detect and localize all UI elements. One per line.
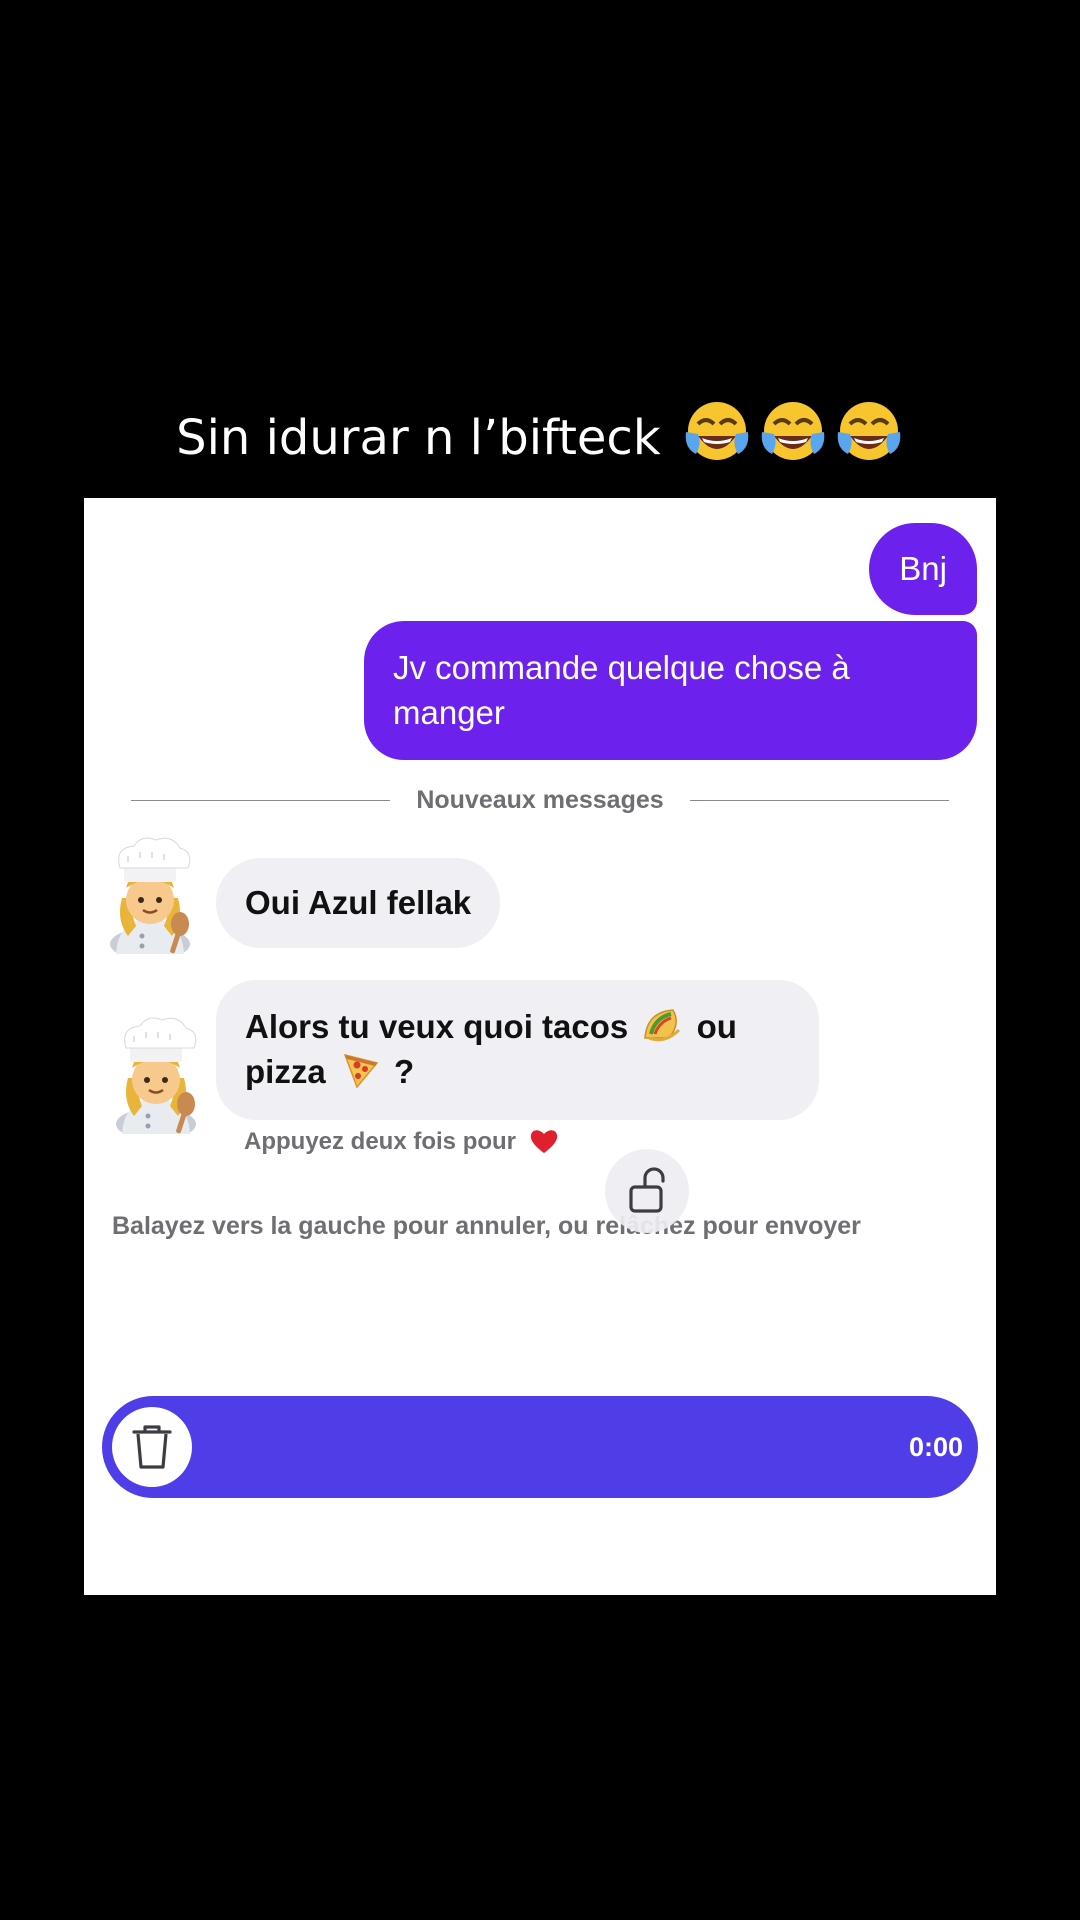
recording-timer: 0:00 — [908, 1432, 963, 1462]
cook-avatar-icon[interactable] — [98, 836, 202, 954]
incoming-message[interactable]: Oui Azul fellak — [216, 858, 501, 948]
voice-recording-bar[interactable]: 0:00 — [102, 1396, 978, 1498]
video-caption: Sin idurar n l’bifteck — [0, 398, 1080, 476]
new-messages-divider: Nouveaux messages — [84, 784, 996, 816]
double-tap-like-hint: Appuyez deux fois pour — [244, 1126, 559, 1158]
incoming-message[interactable]: Alors tu veux quoi tacos ou pizza ? — [216, 980, 819, 1120]
swipe-to-cancel-hint: Balayez vers la gauche pour annuler, ou … — [112, 1212, 861, 1240]
message-text: Oui Azul fellak — [245, 884, 472, 921]
divider-label: Nouveaux messages — [390, 786, 690, 814]
outgoing-message[interactable]: Bnj — [869, 523, 977, 615]
trash-icon — [132, 1425, 172, 1469]
face-with-tears-of-joy-icon — [837, 402, 901, 460]
taco-icon — [644, 1009, 681, 1042]
face-with-tears-of-joy-icon — [761, 402, 825, 460]
message-text-part: ? — [394, 1053, 415, 1090]
cook-avatar-icon[interactable] — [104, 1016, 208, 1134]
pizza-icon — [343, 1053, 379, 1089]
delete-recording-button[interactable] — [112, 1407, 192, 1487]
chat-screen: Bnj Jv commande quelque chose à manger N… — [84, 498, 996, 1595]
lock-recording-button[interactable] — [605, 1149, 689, 1233]
face-with-tears-of-joy-icon — [685, 402, 749, 460]
message-text: Bnj — [899, 550, 947, 587]
caption-text: Sin idurar n l’bifteck — [176, 410, 661, 466]
message-text: Jv commande quelque chose à manger — [393, 649, 850, 731]
message-text-part: Alors tu veux quoi tacos — [245, 1008, 629, 1045]
outgoing-message[interactable]: Jv commande quelque chose à manger — [364, 621, 977, 760]
unlock-icon — [629, 1167, 665, 1213]
like-hint-text: Appuyez deux fois pour — [244, 1128, 517, 1155]
heart-icon — [530, 1130, 557, 1153]
